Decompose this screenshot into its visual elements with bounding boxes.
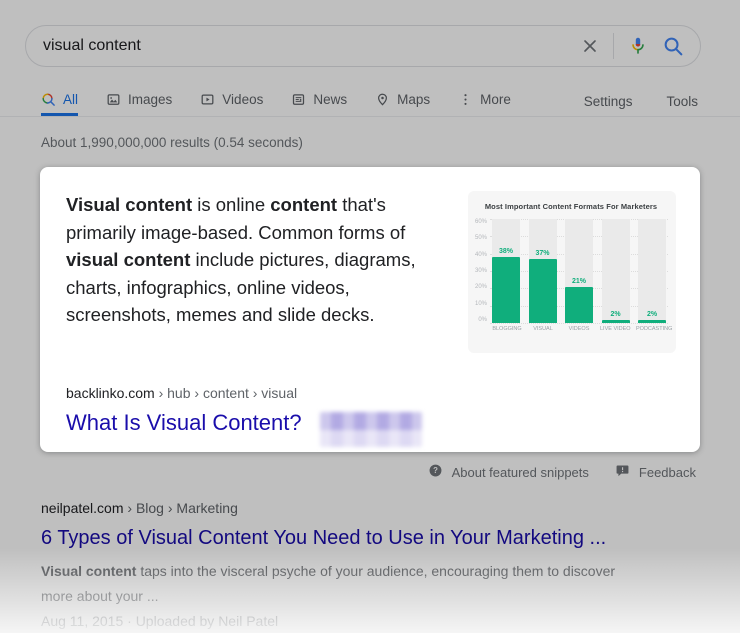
snippet-text-part: visual content: [66, 249, 190, 270]
organic-result: neilpatel.com › Blog › Marketing 6 Types…: [41, 499, 700, 633]
result-meta-line: Aug 11, 2015 · Uploaded by Neil Patel: [41, 609, 700, 633]
search-input[interactable]: visual content: [43, 37, 580, 55]
tab-maps[interactable]: Maps: [375, 87, 430, 116]
tab-more-label: More: [480, 92, 511, 107]
featured-snippet-title-link[interactable]: What Is Visual Content?: [66, 410, 302, 436]
featured-snippet-body: Visual content is online content that's …: [66, 191, 676, 353]
tab-news[interactable]: News: [291, 87, 347, 116]
snippet-text-part: content: [270, 194, 337, 215]
tab-images[interactable]: Images: [106, 87, 172, 116]
breadcrumb-path: › Blog › Marketing: [124, 500, 238, 516]
tab-videos-label: Videos: [222, 92, 263, 107]
search-submit-icon[interactable]: [662, 35, 685, 58]
google-serp-page: visual content: [0, 0, 740, 633]
map-pin-icon: [375, 92, 390, 107]
chart-columns: 38%37%21%2%2%: [490, 219, 668, 323]
clear-search-icon[interactable]: [580, 36, 600, 56]
tools-button[interactable]: Tools: [666, 94, 698, 109]
search-bar[interactable]: visual content: [25, 25, 701, 67]
featured-snippet-breadcrumb[interactable]: backlinko.com › hub › content › visual: [66, 385, 676, 401]
tab-videos[interactable]: Videos: [200, 87, 263, 116]
microphone-icon[interactable]: [627, 35, 649, 57]
redacted-blur-block: [320, 412, 422, 447]
help-circle-icon: ?: [428, 463, 443, 481]
results-tab-bar: All Images: [0, 87, 740, 117]
search-header: visual content: [0, 0, 740, 117]
snippet-text-part: Visual content: [66, 194, 192, 215]
result-desc-part: Visual content: [41, 563, 136, 579]
svg-text:?: ?: [433, 466, 438, 475]
search-icon: [41, 92, 56, 107]
result-description: Visual content taps into the visceral ps…: [41, 559, 649, 609]
chart-body: 60%50%40%30%20%10%0% 38%37%21%2%2%: [474, 219, 668, 323]
featured-snippet-footer: ? About featured snippets Feedback: [0, 463, 696, 481]
tab-images-label: Images: [128, 92, 172, 107]
result-title-link[interactable]: 6 Types of Visual Content You Need to Us…: [41, 525, 700, 551]
tab-news-label: News: [313, 92, 347, 107]
feedback-link[interactable]: Feedback: [615, 463, 696, 481]
tab-all-label: All: [63, 92, 78, 107]
chart-plot: 38%37%21%2%2%: [490, 219, 668, 323]
more-dots-icon: [458, 92, 473, 107]
tabs-right-actions: Settings Tools: [584, 87, 698, 116]
video-icon: [200, 92, 215, 107]
breadcrumb-path: › hub › content › visual: [155, 385, 297, 401]
result-breadcrumb[interactable]: neilpatel.com › Blog › Marketing: [41, 499, 700, 518]
chart-xlabels: BLOGGINGVISUALVIDEOSLIVE VIDEOPODCASTING: [474, 323, 668, 332]
tab-maps-label: Maps: [397, 92, 430, 107]
breadcrumb-domain: neilpatel.com: [41, 500, 124, 516]
search-bar-divider: [613, 33, 614, 59]
chart-title: Most Important Content Formats For Marke…: [474, 202, 668, 211]
featured-snippet-chart-image[interactable]: Most Important Content Formats For Marke…: [468, 191, 676, 353]
result-stats: About 1,990,000,000 results (0.54 second…: [41, 135, 740, 150]
tab-more[interactable]: More: [458, 87, 511, 116]
image-icon: [106, 92, 121, 107]
featured-snippet-card: Visual content is online content that's …: [40, 167, 700, 452]
tab-all[interactable]: All: [41, 87, 78, 116]
settings-button[interactable]: Settings: [584, 94, 633, 109]
feedback-flag-icon: [615, 463, 630, 481]
about-featured-snippets-link[interactable]: ? About featured snippets: [428, 463, 589, 481]
news-icon: [291, 92, 306, 107]
featured-snippet-text: Visual content is online content that's …: [66, 191, 442, 353]
feedback-label: Feedback: [639, 465, 696, 480]
about-featured-snippets-label: About featured snippets: [452, 465, 589, 480]
snippet-text-part: is online: [192, 194, 270, 215]
chart-yaxis: 60%50%40%30%20%10%0%: [474, 219, 490, 323]
search-bar-actions: [580, 33, 685, 59]
breadcrumb-domain: backlinko.com: [66, 385, 155, 401]
featured-snippet-title-row: What Is Visual Content?: [66, 410, 676, 447]
